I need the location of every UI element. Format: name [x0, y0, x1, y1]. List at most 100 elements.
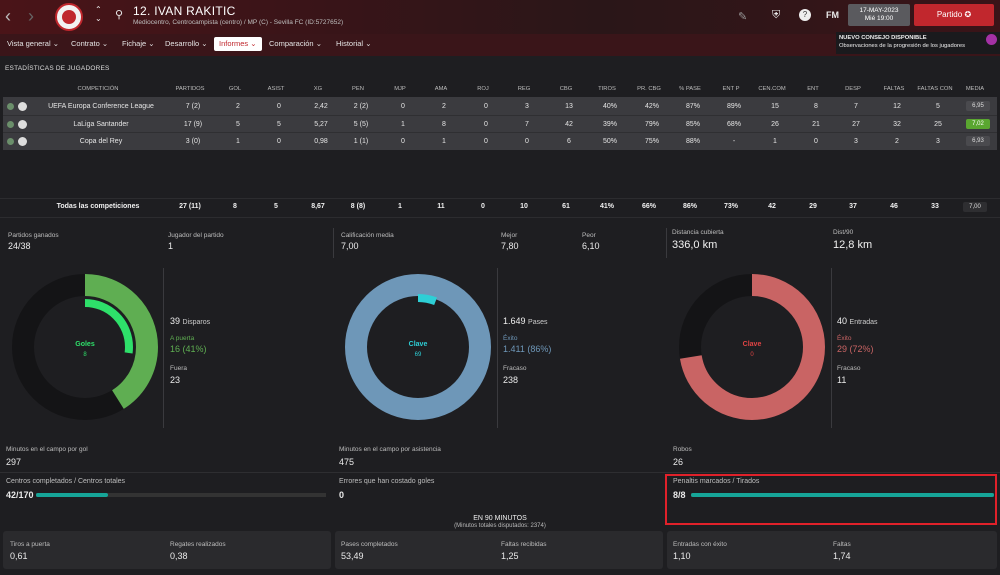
player-switch-chevrons-icon[interactable]: ⌃ ⌄: [95, 5, 102, 23]
table-cell: 2: [442, 103, 446, 110]
totals-cell: 42: [768, 203, 776, 210]
menu-desarrollo[interactable]: Desarrollo ⌄: [165, 37, 208, 51]
per90-value: 1,10: [673, 551, 691, 561]
table-cell: 25: [934, 121, 942, 128]
totals-media-badge: 7,00: [963, 202, 987, 212]
table-cell: 27: [852, 121, 860, 128]
goles-donut-value: 8: [83, 352, 87, 358]
jugador-partido-value: 1: [168, 241, 174, 251]
consejo-notification[interactable]: NUEVO CONSEJO DISPONIBLE Observaciones d…: [836, 32, 1000, 54]
centros-label: Centros completados / Centros totales: [6, 478, 126, 485]
notification-dot-icon: [986, 34, 997, 45]
club-badge-icon: [55, 3, 83, 31]
totals-cell: 61: [562, 203, 570, 210]
pases-label: Pases: [528, 319, 548, 326]
totals-cell: 1: [398, 203, 402, 210]
settings-icon: ✪: [964, 10, 972, 19]
table-cell: 42: [565, 121, 573, 128]
table-cell: 13: [565, 103, 573, 110]
per90-label: Faltas: [833, 541, 851, 548]
table-row[interactable]: Copa del Rey 3 (0) 1 0 0,98 1 (1) 0 1 0 0 6 50% 75% 8…: [3, 132, 997, 149]
totals-cell: 29: [809, 203, 817, 210]
menu-label: Comparación: [269, 39, 314, 48]
totals-cell: 8,67: [311, 203, 325, 210]
partidos-ganados-label: Partidos ganados: [8, 232, 59, 239]
menu-fichaje[interactable]: Fichaje ⌄: [122, 37, 155, 51]
per90-value: 1,25: [501, 551, 519, 561]
goles-donut-label: Goles: [75, 341, 95, 348]
menu-comparacion[interactable]: Comparación ⌄: [269, 37, 322, 51]
fuera-label: Fuera: [170, 365, 187, 372]
table-cell: 2: [895, 138, 899, 145]
panel-separator: [666, 228, 667, 258]
competition-name: Copa del Rey: [79, 138, 123, 145]
menu-vista-general[interactable]: Vista general ⌄: [7, 37, 59, 51]
per90-value: 53,49: [341, 551, 364, 561]
table-cell: 40%: [602, 103, 617, 110]
table-cell: 6: [567, 138, 571, 145]
column-header[interactable]: MEDIA: [935, 86, 1000, 92]
table-cell: 1: [773, 138, 777, 145]
status-dot-icon: [7, 121, 14, 128]
exito-label: Éxito: [837, 335, 852, 342]
mejor-label: Mejor: [501, 232, 518, 239]
errores-value: 0: [339, 490, 345, 500]
fuera-value: 23: [170, 375, 181, 385]
table-cell: 0: [484, 103, 488, 110]
entradas-stat: 40 Entradas: [837, 316, 878, 326]
pases-donut-label: Clave: [408, 341, 428, 348]
table-cell: 5: [936, 103, 940, 110]
panel3-divider: [831, 268, 832, 428]
disparos-value: 39: [170, 316, 181, 326]
table-cell: 0: [484, 138, 488, 145]
status-dot-icon: [7, 103, 14, 110]
chevron-down-icon: ⌄: [201, 39, 208, 48]
media-rating-badge: 6,95: [966, 101, 990, 111]
table-cell: 1 (1): [353, 138, 369, 145]
totals-cell: 66%: [641, 203, 656, 210]
help-icon[interactable]: ?: [799, 9, 811, 21]
forward-arrow-icon[interactable]: ›: [28, 6, 34, 26]
table-cell: 3: [525, 103, 529, 110]
table-cell: 5: [236, 121, 240, 128]
fm-logo-icon[interactable]: FM: [826, 10, 839, 20]
club-crest-icon[interactable]: ⛨: [772, 9, 780, 22]
fracaso-label: Fracaso: [837, 365, 861, 372]
menu-label: Historial: [336, 39, 364, 48]
competition-name: UEFA Europa Conference League: [48, 103, 154, 110]
calificacion-label: Calificación media: [341, 232, 394, 239]
player-subtitle: Mediocentro, Centrocampista (centro) / M…: [133, 19, 344, 26]
column-header[interactable]: COMPETICIÓN: [58, 86, 138, 92]
table-row[interactable]: LaLiga Santander 17 (9) 5 5 5,27 5 (5) 1 8 0 7 42 3…: [3, 115, 997, 132]
table-row[interactable]: UEFA Europa Conference League 7 (2) 2 0 2,42…: [3, 98, 997, 115]
dist90-value: 12,8 km: [833, 239, 873, 251]
competition-logo-icon: [18, 120, 27, 129]
table-cell: 1: [236, 138, 240, 145]
chevron-down-icon: ⌄: [365, 39, 372, 48]
fracaso-value: 238: [503, 375, 519, 385]
per90-title: EN 90 MINUTOS: [473, 515, 527, 522]
entradas-donut-label: Clave: [742, 341, 762, 348]
date-display[interactable]: 17-MAY-2023 Mié 19:00: [848, 4, 910, 26]
entradas-label: Entradas: [849, 319, 878, 326]
table-cell: 87%: [685, 103, 700, 110]
table-cell: 3 (0): [185, 138, 201, 145]
menu-informes[interactable]: Informes ⌄: [214, 37, 262, 51]
per90-label: Regates realizados: [170, 541, 226, 548]
table-cell: -: [732, 138, 736, 145]
search-icon[interactable]: ⚲: [115, 8, 123, 21]
menu-historial[interactable]: Historial ⌄: [336, 37, 371, 51]
table-cell: 1: [442, 138, 446, 145]
player-name: 12. IVAN RAKITIC: [133, 4, 236, 18]
edit-pencil-icon[interactable]: ✎: [738, 10, 747, 23]
menu-contrato[interactable]: Contrato ⌄: [71, 37, 108, 51]
per90-panel-2: [335, 531, 663, 569]
a-puerta-value: 16 (41%): [170, 344, 207, 354]
highlight-box: [665, 474, 997, 525]
dist90-label: Dist/90: [833, 229, 854, 236]
table-cell: 7: [525, 121, 529, 128]
jugador-partido-label: Jugador del partido: [168, 232, 224, 239]
errores-label: Errores que han costado goles: [339, 478, 435, 485]
back-arrow-icon[interactable]: ‹: [5, 6, 11, 26]
partido-button[interactable]: Partido ✪: [914, 4, 994, 26]
